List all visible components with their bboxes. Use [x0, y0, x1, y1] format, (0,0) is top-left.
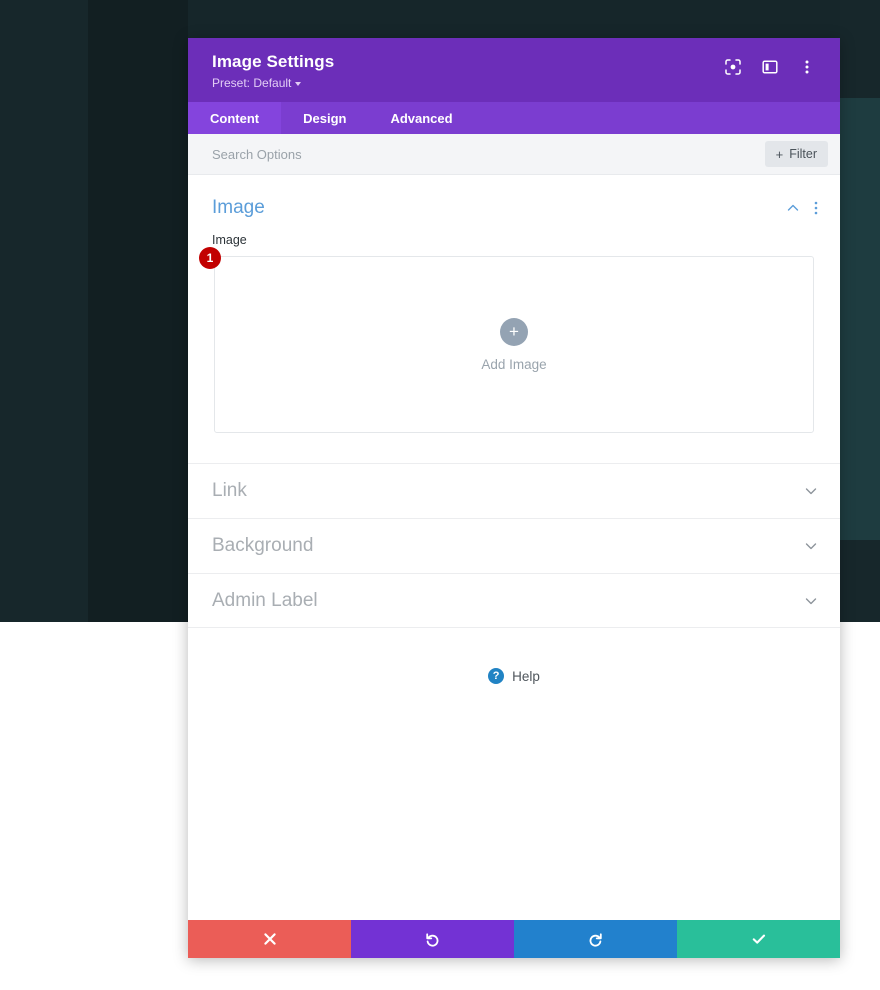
section-image-header[interactable]: Image	[188, 175, 840, 233]
preset-label: Preset: Default	[212, 76, 292, 90]
more-vertical-icon[interactable]	[798, 58, 816, 76]
modal-body: Image Image 1 + Add Image Link Backgroun…	[188, 175, 840, 920]
undo-button[interactable]	[351, 920, 514, 958]
image-settings-modal: Image Settings Preset: Default Content D…	[188, 38, 840, 958]
modal-header-titles: Image Settings Preset: Default	[212, 52, 334, 90]
close-icon	[263, 932, 277, 946]
search-options-bar: + Filter	[188, 134, 840, 175]
plus-icon: +	[775, 146, 784, 162]
chevron-down-icon[interactable]	[804, 594, 818, 608]
chevron-down-icon	[295, 82, 302, 86]
redo-icon	[588, 932, 603, 947]
chevron-up-icon[interactable]	[786, 201, 800, 215]
check-icon	[751, 931, 767, 947]
filter-button-label: Filter	[789, 147, 817, 161]
question-mark-icon: ?	[488, 668, 505, 684]
backdrop-teal-panel	[840, 98, 880, 540]
section-image-title: Image	[212, 197, 265, 218]
section-link[interactable]: Link	[188, 463, 840, 518]
filter-button[interactable]: + Filter	[764, 141, 828, 167]
save-button[interactable]	[677, 920, 840, 958]
image-upload-wrapper: 1 + Add Image	[199, 247, 814, 433]
section-admin-label-title: Admin Label	[212, 589, 318, 611]
modal-header-actions	[724, 52, 816, 76]
plus-circle-icon: +	[500, 317, 528, 346]
search-input[interactable]	[212, 146, 612, 162]
modal-tabbar: Content Design Advanced	[188, 102, 840, 134]
help-link[interactable]: ? Help	[188, 628, 840, 684]
section-background-title: Background	[212, 535, 314, 556]
tab-advanced[interactable]: Advanced	[368, 102, 474, 134]
chevron-down-icon[interactable]	[804, 484, 818, 498]
add-image-label: Add Image	[481, 356, 547, 372]
backdrop-band-middle	[88, 0, 188, 622]
page-title: Image Settings	[212, 52, 335, 71]
chevron-down-icon[interactable]	[804, 539, 818, 553]
collapsed-sections-list: Link Background Admin Label	[188, 463, 840, 628]
section-background[interactable]: Background	[188, 518, 840, 573]
section-link-title: Link	[212, 480, 247, 501]
layout-panel-icon[interactable]	[761, 58, 779, 76]
preset-selector[interactable]: Preset: Default	[212, 76, 334, 90]
modal-footer	[188, 920, 840, 958]
help-label: Help	[512, 668, 540, 684]
modal-header: Image Settings Preset: Default	[188, 38, 840, 102]
cancel-button[interactable]	[188, 920, 351, 958]
undo-icon	[425, 932, 440, 947]
tab-design[interactable]: Design	[281, 102, 368, 134]
section-image: Image Image 1 + Add Image	[188, 175, 840, 433]
backdrop-band-left	[0, 0, 88, 622]
section-admin-label[interactable]: Admin Label	[188, 573, 840, 628]
step-badge-1: 1	[199, 247, 221, 269]
section-image-controls	[786, 201, 818, 215]
add-image-dropzone[interactable]: + Add Image	[214, 256, 814, 433]
redo-button[interactable]	[514, 920, 677, 958]
section-more-vertical-icon[interactable]	[814, 201, 818, 215]
image-field-label: Image	[212, 233, 247, 247]
tab-content[interactable]: Content	[188, 102, 282, 134]
focus-icon[interactable]	[724, 58, 742, 76]
